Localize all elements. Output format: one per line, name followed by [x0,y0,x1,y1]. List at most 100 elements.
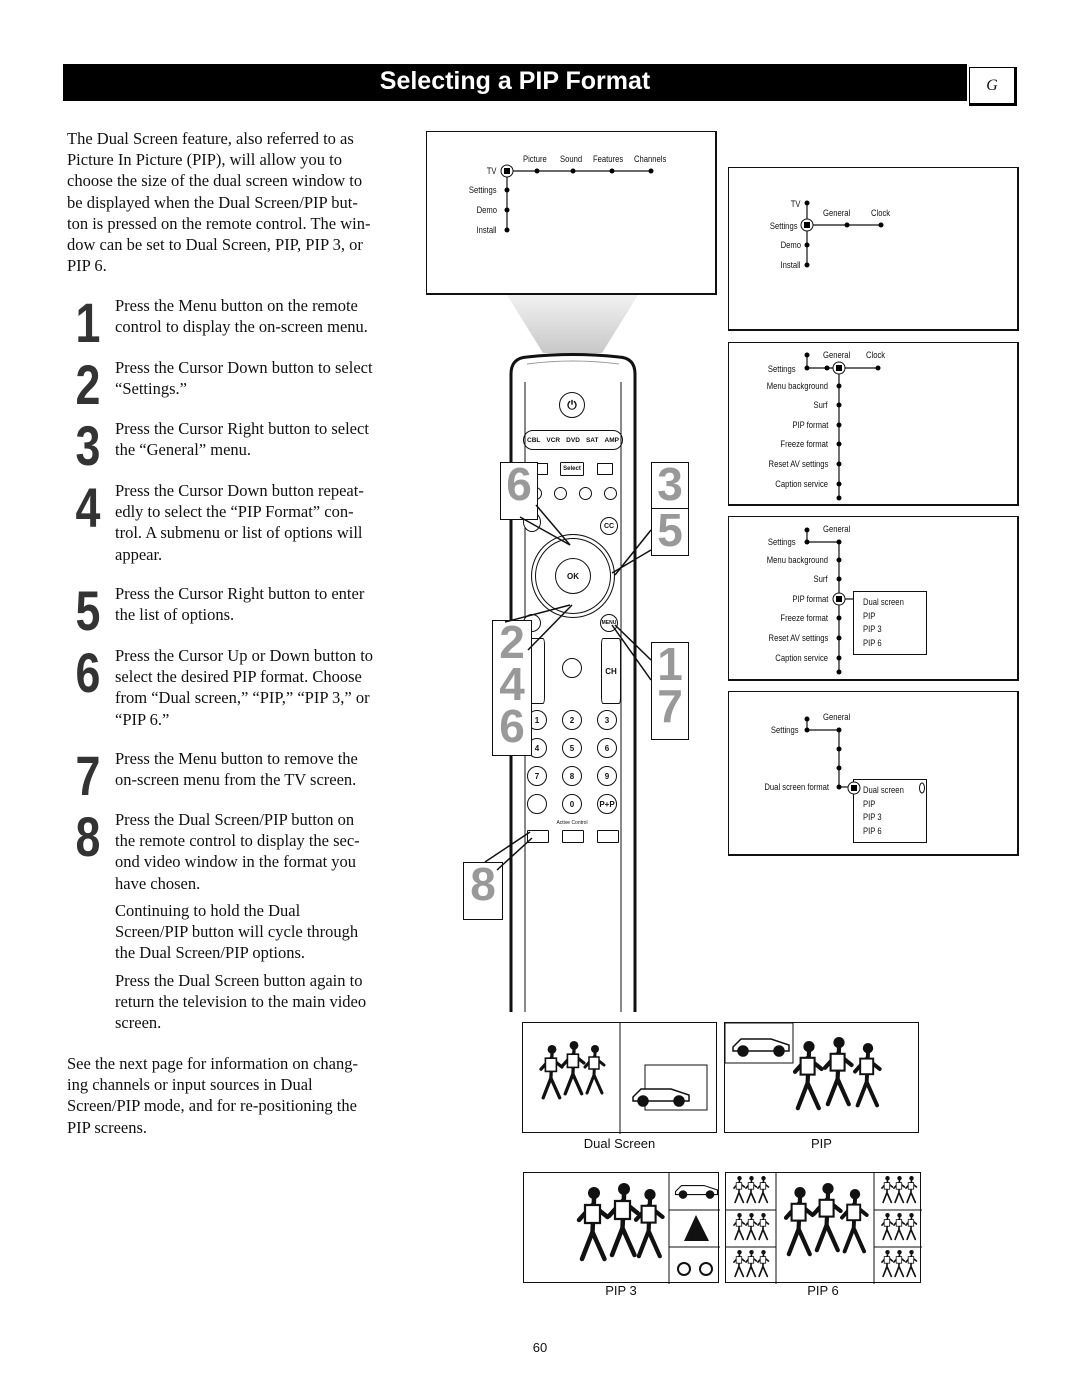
step-text-line: Press the Cursor Down button repeat- [115,481,364,500]
step-callout: 8 [463,861,503,920]
picture-format-button[interactable] [597,830,619,843]
menu-item-channels: Channels [634,154,667,164]
menu-item: Caption service [775,479,828,489]
menu-item-features: Features [593,154,624,164]
menu-screen-settings: TV Settings Demo Install General Clock [728,167,1019,331]
pip-option: PIP 6 [863,638,882,649]
dual-screen-preview [522,1022,717,1134]
step-text-line: control to display the on-screen menu. [115,317,368,337]
dual-screen-option: PIP 3 [863,812,882,823]
key-7[interactable]: 7 [527,766,547,786]
key-6[interactable]: 6 [597,738,617,758]
dual-screen-option: Dual screen [863,785,904,795]
step-callout: 1 7 [651,641,689,740]
menu-item-general: General [823,712,851,722]
source-button-amp[interactable]: AMP [605,437,619,444]
step-number: 5 [75,579,101,642]
menu-tree-lines [800,200,884,268]
pip-preview [724,1022,919,1133]
footer-note-line: ing channels or input sources in Dual [67,1075,313,1095]
menu-screen-general: Settings General Clock Menu background Su… [728,342,1019,506]
runners-image [724,1022,882,1111]
mute-button[interactable] [562,658,582,678]
select-button[interactable]: Select [560,462,584,476]
ok-button[interactable]: OK [555,558,591,594]
menu-item-install: Install [781,260,801,270]
cc-button[interactable]: CC [600,517,618,535]
menu-item-dual-screen-format: Dual screen format [764,782,829,792]
step-text-line: Press the Cursor Right button to enter [115,584,365,603]
menu-item: Reset AV settings [768,459,828,469]
step-text-line: the remote control to display the sec- [115,831,360,851]
runners-image [539,1023,708,1134]
step-text-line: Press the Menu button on the remote [115,296,358,315]
source-button-cbl[interactable]: CBL [527,437,540,444]
step-text-line: edly to select the “PIP Format” con- [115,502,354,522]
continue-note-line: Continuing to hold the Dual [115,901,301,920]
channel-rocker[interactable]: CH [601,638,621,704]
key-ppp[interactable]: P+P [597,794,617,814]
transport-button[interactable] [554,487,567,500]
transport-button[interactable] [579,487,592,500]
active-control-button[interactable] [562,830,584,843]
key-2[interactable]: 2 [562,710,582,730]
menu-item-install: Install [477,225,497,235]
step-text-line: from “Dual screen,” “PIP,” “PIP 3,” or [115,688,370,708]
key-9[interactable]: 9 [597,766,617,786]
key-5[interactable]: 5 [562,738,582,758]
intro-line: The Dual Screen feature, also referred t… [67,129,354,148]
key-8[interactable]: 8 [562,766,582,786]
step-callout: 5 [651,507,689,556]
continue-note-line: the Dual Screen/PIP options. [115,943,306,963]
menu-item-demo: Demo [780,240,801,250]
source-button-dvd[interactable]: DVD [566,437,580,444]
menu-item-demo: Demo [476,205,497,215]
footer-note-line: Screen/PIP mode, and for re-positioning … [67,1096,357,1116]
menu-item-tv: TV [487,166,497,176]
step-number: 2 [75,353,101,416]
pip-option: PIP 3 [863,624,882,635]
menu-item-sound: Sound [560,154,583,164]
dual-screen-option: PIP [863,798,876,809]
pip-option: Dual screen [863,597,904,607]
menu-item: Freeze format [780,613,828,623]
joystick-icon [847,781,861,795]
dual-screen-pip-button[interactable] [527,830,549,843]
continue-note-line: return the television to the main video [115,992,367,1012]
step-text-line: Press the Cursor Right button to select [115,419,369,438]
source-button-sat[interactable]: SAT [586,437,599,444]
menu-screen-dual-screen-format: Settings General Dual screen format Dual… [728,691,1019,856]
menu-item-clock: Clock [866,350,886,360]
transport-button[interactable] [604,487,617,500]
key-0[interactable]: 0 [562,794,582,814]
page-title: Selecting a PIP Format [63,64,967,101]
step-text-line: Press the Menu button to remove the [115,749,358,768]
step-number: 7 [75,744,101,807]
menu-item-clock: Clock [871,208,891,218]
format-label: PIP [811,1136,832,1151]
menu-item-settings: Settings [469,185,497,195]
format-label: PIP 6 [807,1283,839,1298]
step-text-line: Press the Dual Screen/PIP button on [115,810,355,829]
step-number: 4 [75,476,101,539]
menu-item: Reset AV settings [768,633,828,643]
format-label: Dual Screen [583,1136,656,1151]
section-tab: G [969,67,1017,106]
dual-screen-options: Dual screen PIP PIP 3 PIP 6 [847,779,927,843]
info-button[interactable] [527,794,547,814]
source-button-vcr[interactable]: VCR [546,437,560,444]
key-3[interactable]: 3 [597,710,617,730]
power-button[interactable]: ⏻ [559,392,585,418]
menu-button[interactable]: MENU [600,614,618,632]
format-button[interactable] [597,463,613,475]
menu-item-settings: Settings [768,364,796,374]
menu-item-general: General [823,350,851,360]
pip-format-options: Dual screen PIP PIP 3 PIP 6 [853,591,927,655]
step-text-line: the list of options. [115,605,235,625]
step-text-line: trol. A submenu or list of options will [115,523,363,543]
menu-item-general: General [823,208,851,218]
step-text-line: “PIP 6.” [115,709,170,729]
intro-line: choose the size of the dual screen windo… [67,171,363,191]
menu-screen-main: Picture Sound Features Channels TV Setti… [426,131,717,295]
page-number: 60 [532,1340,548,1355]
